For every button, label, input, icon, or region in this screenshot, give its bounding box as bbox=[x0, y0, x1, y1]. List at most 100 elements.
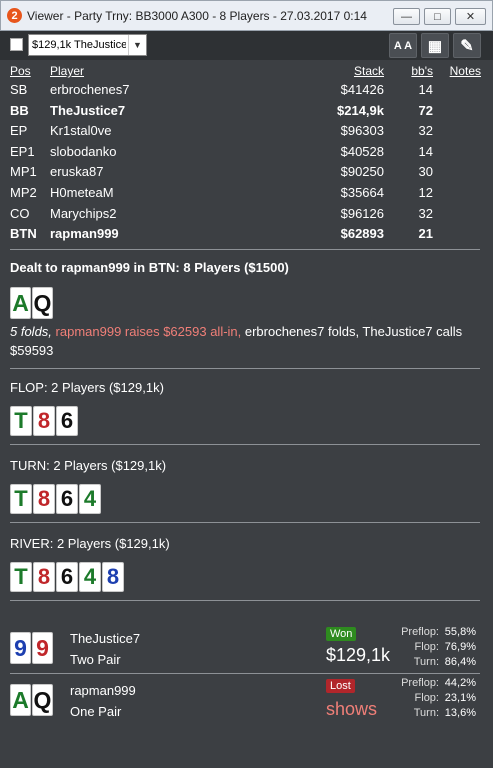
select-checkbox[interactable] bbox=[10, 38, 23, 51]
table-row[interactable]: EP1 slobodanko $40528 14 bbox=[0, 144, 493, 164]
result-loser: AQ rapman999 One Pair Lost shows Preflop… bbox=[0, 676, 493, 726]
playing-card: 8 bbox=[33, 484, 55, 514]
playing-card: T bbox=[10, 406, 32, 436]
playing-card: 8 bbox=[102, 562, 124, 592]
equity-label: Turn: bbox=[413, 707, 439, 719]
playing-card: A bbox=[10, 287, 31, 319]
equity-value: 44,2% bbox=[444, 677, 476, 689]
player-pos: CO bbox=[10, 205, 30, 221]
river-title: RIVER: 2 Players ($129,1k) bbox=[10, 536, 170, 551]
player-name: Marychips2 bbox=[50, 205, 117, 221]
divider bbox=[10, 368, 480, 369]
maximize-button[interactable]: □ bbox=[424, 8, 451, 25]
table-row[interactable]: BTN rapman999 $62893 21 bbox=[0, 226, 493, 246]
playing-card: T bbox=[10, 484, 32, 514]
result-winner: 99 TheJustice7 Two Pair Won $129,1k Pref… bbox=[0, 624, 493, 674]
player-name: erbrochenes7 bbox=[50, 82, 130, 97]
preflop-title: Dealt to rapman999 in BTN: 8 Players ($1… bbox=[10, 260, 289, 275]
winner-info: TheJustice7 Two Pair bbox=[70, 628, 140, 670]
playing-card: 9 bbox=[32, 632, 53, 664]
player-pos: BTN bbox=[10, 226, 37, 242]
playing-card: 8 bbox=[33, 562, 55, 592]
winner-amount: $129,1k bbox=[326, 645, 391, 665]
winner-cards: 99 bbox=[10, 632, 53, 664]
table-row[interactable]: CO Marychips2 $96126 32 bbox=[0, 206, 493, 226]
equity-label: Preflop: bbox=[401, 626, 439, 638]
player-name: eruska87 bbox=[50, 164, 104, 180]
divider bbox=[10, 600, 480, 601]
player-pos: MP1 bbox=[10, 164, 37, 180]
flop-title: FLOP: 2 Players ($129,1k) bbox=[10, 380, 164, 395]
player-bbs: 21 bbox=[418, 226, 433, 242]
table-row[interactable]: EP Kr1stal0ve $96303 32 bbox=[0, 123, 493, 143]
river-cards: T8648 bbox=[10, 562, 124, 592]
hand-selector-value: $129,1k TheJustice7 bbox=[32, 39, 126, 51]
hand-selector-dropdown[interactable]: $129,1k TheJustice7 ▼ bbox=[28, 34, 147, 56]
divider bbox=[10, 249, 480, 250]
player-name: H0meteaM bbox=[50, 185, 114, 200]
table-header: Pos Player Stack bb's Notes bbox=[0, 64, 493, 84]
window-titlebar[interactable]: 2 Viewer - Party Trny: BB3000 A300 - 8 P… bbox=[0, 0, 493, 31]
player-bbs: 30 bbox=[418, 164, 433, 180]
header-notes[interactable]: Notes bbox=[450, 64, 481, 78]
playing-card: 6 bbox=[56, 562, 78, 592]
playing-card: A bbox=[10, 684, 31, 716]
equity-label: Preflop: bbox=[401, 677, 439, 689]
table-row[interactable]: SB erbrochenes7 $41426 14 bbox=[0, 82, 493, 102]
loser-info: rapman999 One Pair bbox=[70, 680, 136, 722]
loser-cards: AQ bbox=[10, 684, 53, 716]
shows-label: shows bbox=[326, 699, 378, 719]
loser-equity: Preflop: 44,2% Flop: 23,1% Turn: 13,6% bbox=[401, 676, 476, 721]
playing-card: 6 bbox=[56, 406, 78, 436]
raise-action: rapman999 raises $62593 all-in, bbox=[51, 324, 242, 339]
edit-pencil-icon[interactable]: ✎ bbox=[453, 33, 481, 58]
player-bbs: 14 bbox=[418, 82, 433, 97]
player-pos: BB bbox=[10, 102, 29, 118]
player-bbs: 12 bbox=[418, 185, 433, 200]
equity-value: 55,8% bbox=[444, 626, 476, 638]
hole-cards: AQ bbox=[10, 287, 53, 319]
player-stack: $41426 bbox=[340, 82, 384, 97]
font-size-button[interactable]: A A bbox=[389, 33, 417, 58]
player-bbs: 32 bbox=[418, 205, 433, 221]
player-bbs: 14 bbox=[418, 143, 433, 159]
header-pos[interactable]: Pos bbox=[10, 64, 31, 78]
divider bbox=[10, 522, 480, 523]
player-stack: $96303 bbox=[340, 123, 384, 139]
player-bbs: 32 bbox=[418, 123, 433, 139]
player-pos: EP1 bbox=[10, 143, 35, 159]
equity-label: Flop: bbox=[414, 641, 439, 653]
playing-card: T bbox=[10, 562, 32, 592]
table-row[interactable]: MP2 H0meteaM $35664 12 bbox=[0, 185, 493, 205]
table-row[interactable]: MP1 eruska87 $90250 30 bbox=[0, 164, 493, 184]
player-pos: MP2 bbox=[10, 185, 37, 200]
minimize-button[interactable]: — bbox=[393, 8, 420, 25]
player-stack: $96126 bbox=[340, 205, 384, 221]
playing-card: 4 bbox=[79, 484, 101, 514]
header-bbs[interactable]: bb's bbox=[411, 64, 433, 78]
close-button[interactable]: ✕ bbox=[455, 8, 486, 25]
winner-equity: Preflop: 55,8% Flop: 76,9% Turn: 86,4% bbox=[401, 625, 476, 670]
winner-hand-rank: Two Pair bbox=[70, 652, 121, 667]
chevron-down-icon[interactable]: ▼ bbox=[128, 35, 146, 55]
playing-card: 8 bbox=[33, 406, 55, 436]
playing-card: Q bbox=[32, 287, 53, 319]
divider bbox=[10, 673, 480, 674]
preflop-actions: 5 folds, rapman999 raises $62593 all-in,… bbox=[10, 322, 480, 360]
playing-card: 4 bbox=[79, 562, 101, 592]
header-stack[interactable]: Stack bbox=[354, 64, 384, 78]
grid-icon[interactable]: ▦ bbox=[421, 33, 449, 58]
player-pos: EP bbox=[10, 123, 28, 139]
player-name: slobodanko bbox=[50, 143, 117, 159]
player-name: TheJustice7 bbox=[50, 102, 126, 118]
playing-card: 9 bbox=[10, 632, 31, 664]
window-title: Viewer - Party Trny: BB3000 A300 - 8 Pla… bbox=[27, 8, 367, 23]
turn-title: TURN: 2 Players ($129,1k) bbox=[10, 458, 167, 473]
divider bbox=[10, 444, 480, 445]
equity-value: 86,4% bbox=[444, 656, 476, 668]
table-row[interactable]: BB TheJustice7 $214,9k 72 bbox=[0, 103, 493, 123]
player-stack: $90250 bbox=[340, 164, 384, 180]
equity-label: Flop: bbox=[414, 692, 439, 704]
player-bbs: 72 bbox=[418, 102, 433, 118]
header-player[interactable]: Player bbox=[50, 64, 84, 78]
